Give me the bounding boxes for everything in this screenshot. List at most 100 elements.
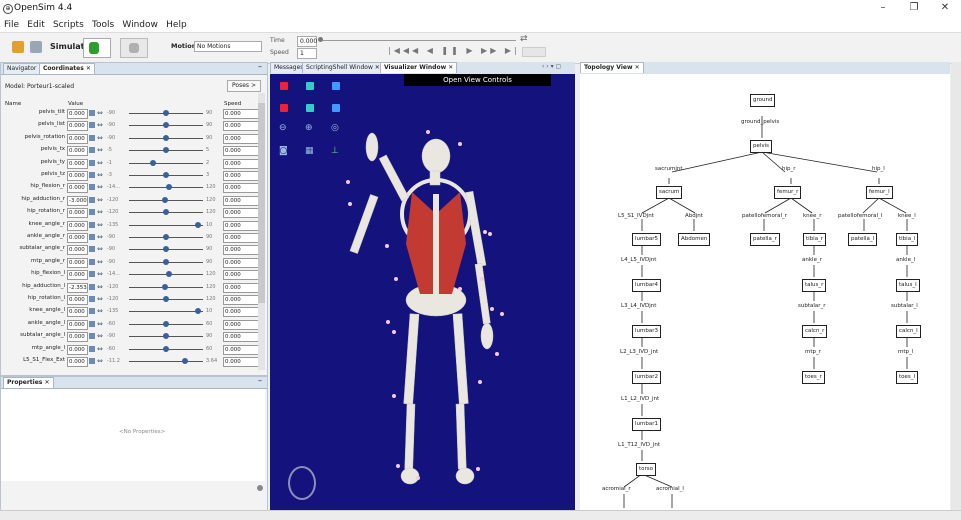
frame-field[interactable] — [522, 47, 546, 57]
clamp-icon[interactable]: ⇔ — [97, 295, 103, 303]
coordinate-value-field[interactable]: 0.000 — [67, 158, 88, 169]
coordinate-slider-thumb[interactable] — [163, 122, 169, 129]
time-field[interactable]: 0.000 — [297, 36, 317, 47]
coordinate-value-field[interactable]: 0.000 — [67, 233, 88, 243]
coordinate-speed-field[interactable]: 0.000 — [223, 307, 260, 318]
coordinate-speed-field[interactable]: 0.000 — [223, 133, 260, 144]
tab-visualizer[interactable]: Visualizer Window ✕ — [380, 62, 458, 73]
coordinate-value-field[interactable]: 0.000 — [67, 245, 88, 256]
coordinate-speed-field[interactable]: 0.000 — [223, 220, 260, 231]
lock-icon[interactable] — [89, 258, 95, 265]
node-lumbar1[interactable]: lumbar1 — [632, 418, 661, 431]
loop-icon[interactable]: ⇄ — [520, 34, 528, 44]
node-ground[interactable]: ground — [750, 94, 776, 107]
node-lumbar5[interactable]: lumbar5 — [632, 233, 661, 246]
joint-knee-r[interactable]: knee_r — [803, 213, 821, 219]
maximize-button[interactable]: ❐ — [906, 2, 922, 13]
node-femur-l[interactable]: femur_l — [866, 186, 893, 199]
coordinate-speed-field[interactable]: 0.000 — [223, 357, 260, 367]
clamp-icon[interactable]: ⇔ — [97, 345, 103, 353]
coordinate-speed-field[interactable]: 0.000 — [223, 121, 260, 132]
coordinate-value-field[interactable]: 0.000 — [67, 183, 88, 194]
menu-file[interactable]: File — [4, 20, 19, 30]
coordinate-speed-field[interactable]: 0.000 — [223, 295, 260, 305]
coordinate-slider-thumb[interactable] — [163, 258, 169, 265]
lock-icon[interactable] — [89, 234, 95, 240]
lock-icon[interactable] — [89, 333, 95, 340]
clamp-icon[interactable]: ⇔ — [97, 332, 103, 340]
menu-edit[interactable]: Edit — [27, 20, 44, 30]
coordinate-slider-thumb[interactable] — [181, 358, 188, 364]
joint-patellofemoral-r[interactable]: patellofemoral_r — [742, 213, 787, 219]
clamp-icon[interactable]: ⇔ — [97, 146, 103, 154]
menu-tools[interactable]: Tools — [92, 20, 114, 30]
coordinate-slider-thumb[interactable] — [165, 184, 172, 191]
clamp-icon[interactable]: ⇔ — [97, 159, 103, 167]
joint-l2-l3[interactable]: L2_L3_IVD_jnt — [620, 349, 658, 355]
joint-acromial-l[interactable]: acromial_l — [656, 486, 684, 492]
coordinate-speed-field[interactable]: 0.000 — [223, 195, 260, 206]
coordinate-value-field[interactable]: 0.000 — [67, 295, 88, 305]
coordinate-slider-thumb[interactable] — [163, 320, 169, 327]
joint-knee-l[interactable]: knee_l — [898, 213, 916, 219]
clamp-icon[interactable]: ⇔ — [97, 258, 103, 266]
node-abdomen[interactable]: Abdomen — [678, 233, 711, 246]
clamp-icon[interactable]: ⇔ — [97, 171, 103, 179]
tab-scripting-shell[interactable]: ScriptingShell Window ✕ — [302, 62, 384, 73]
lock-icon[interactable] — [89, 271, 95, 278]
menu-help[interactable]: Help — [166, 20, 187, 30]
time-slider-track[interactable] — [320, 40, 516, 41]
coordinate-slider-thumb[interactable] — [163, 134, 169, 141]
coordinate-slider-thumb[interactable] — [163, 209, 169, 216]
lock-icon[interactable] — [89, 172, 95, 178]
joint-subtalar-r[interactable]: subtalar_r — [798, 303, 826, 309]
lock-icon[interactable] — [89, 159, 95, 166]
joint-l1-t12[interactable]: L1_T12_IVD_jnt — [618, 442, 660, 448]
poses-button[interactable]: Poses > — [227, 80, 261, 92]
coordinate-slider-thumb[interactable] — [162, 283, 169, 290]
minimize-panel-button[interactable]: – — [258, 62, 262, 71]
lock-icon[interactable] — [89, 358, 95, 364]
coordinate-speed-field[interactable]: 0.000 — [223, 257, 260, 268]
run-simulation-button[interactable] — [83, 38, 111, 58]
clamp-icon[interactable]: ⇔ — [97, 245, 103, 253]
clamp-icon[interactable]: ⇔ — [97, 221, 103, 229]
coordinate-speed-field[interactable]: 0.000 — [223, 319, 260, 330]
coordinate-slider-thumb[interactable] — [163, 234, 169, 240]
lock-icon[interactable] — [89, 184, 95, 191]
clamp-icon[interactable]: ⇔ — [97, 183, 103, 191]
lock-icon[interactable] — [89, 110, 95, 116]
coordinate-slider[interactable] — [129, 224, 203, 226]
lock-icon[interactable] — [89, 320, 95, 327]
coordinate-speed-field[interactable]: 0.000 — [223, 146, 260, 157]
coordinate-speed-field[interactable]: 0.000 — [223, 344, 260, 355]
right-scroll-strip[interactable] — [951, 62, 961, 510]
tab-properties[interactable]: Properties ✕ — [3, 377, 54, 388]
tab-navigator[interactable]: Navigator — [3, 63, 41, 74]
coordinate-slider-thumb[interactable] — [163, 172, 169, 178]
coordinate-value-field[interactable]: 0.000 — [67, 332, 88, 343]
clamp-icon[interactable]: ⇔ — [97, 208, 103, 216]
node-lumbar3[interactable]: lumbar3 — [632, 325, 661, 338]
joint-abdjnt[interactable]: Abdjnt — [685, 213, 703, 219]
joint-mtp-l[interactable]: mtp_l — [898, 349, 913, 355]
lock-icon[interactable] — [89, 196, 95, 203]
clamp-icon[interactable]: ⇔ — [97, 109, 103, 117]
clamp-icon[interactable]: ⇔ — [97, 320, 103, 328]
joint-l4-l5[interactable]: L4_L5_IVDjnt — [621, 257, 656, 263]
joint-l1-l2[interactable]: L1_L2_IVD_jnt — [621, 396, 659, 402]
coordinate-slider-thumb[interactable] — [163, 345, 169, 352]
motion-select[interactable]: No Motions — [194, 41, 262, 52]
coordinate-speed-field[interactable]: 0.000 — [223, 183, 260, 194]
lock-icon[interactable] — [89, 134, 95, 141]
coordinate-value-field[interactable]: 0.000 — [67, 146, 88, 157]
coordinate-value-field[interactable]: 0.000 — [67, 357, 88, 367]
speed-field[interactable]: 1 — [297, 48, 317, 59]
lock-icon[interactable] — [89, 283, 95, 290]
clamp-icon[interactable]: ⇔ — [97, 121, 103, 129]
scrollbar-thumb[interactable] — [258, 103, 265, 303]
coordinate-slider-thumb[interactable] — [194, 308, 201, 315]
coordinate-slider-thumb[interactable] — [163, 333, 169, 340]
coordinate-slider-thumb[interactable] — [194, 221, 201, 228]
coordinate-speed-field[interactable]: 0.000 — [223, 158, 260, 169]
